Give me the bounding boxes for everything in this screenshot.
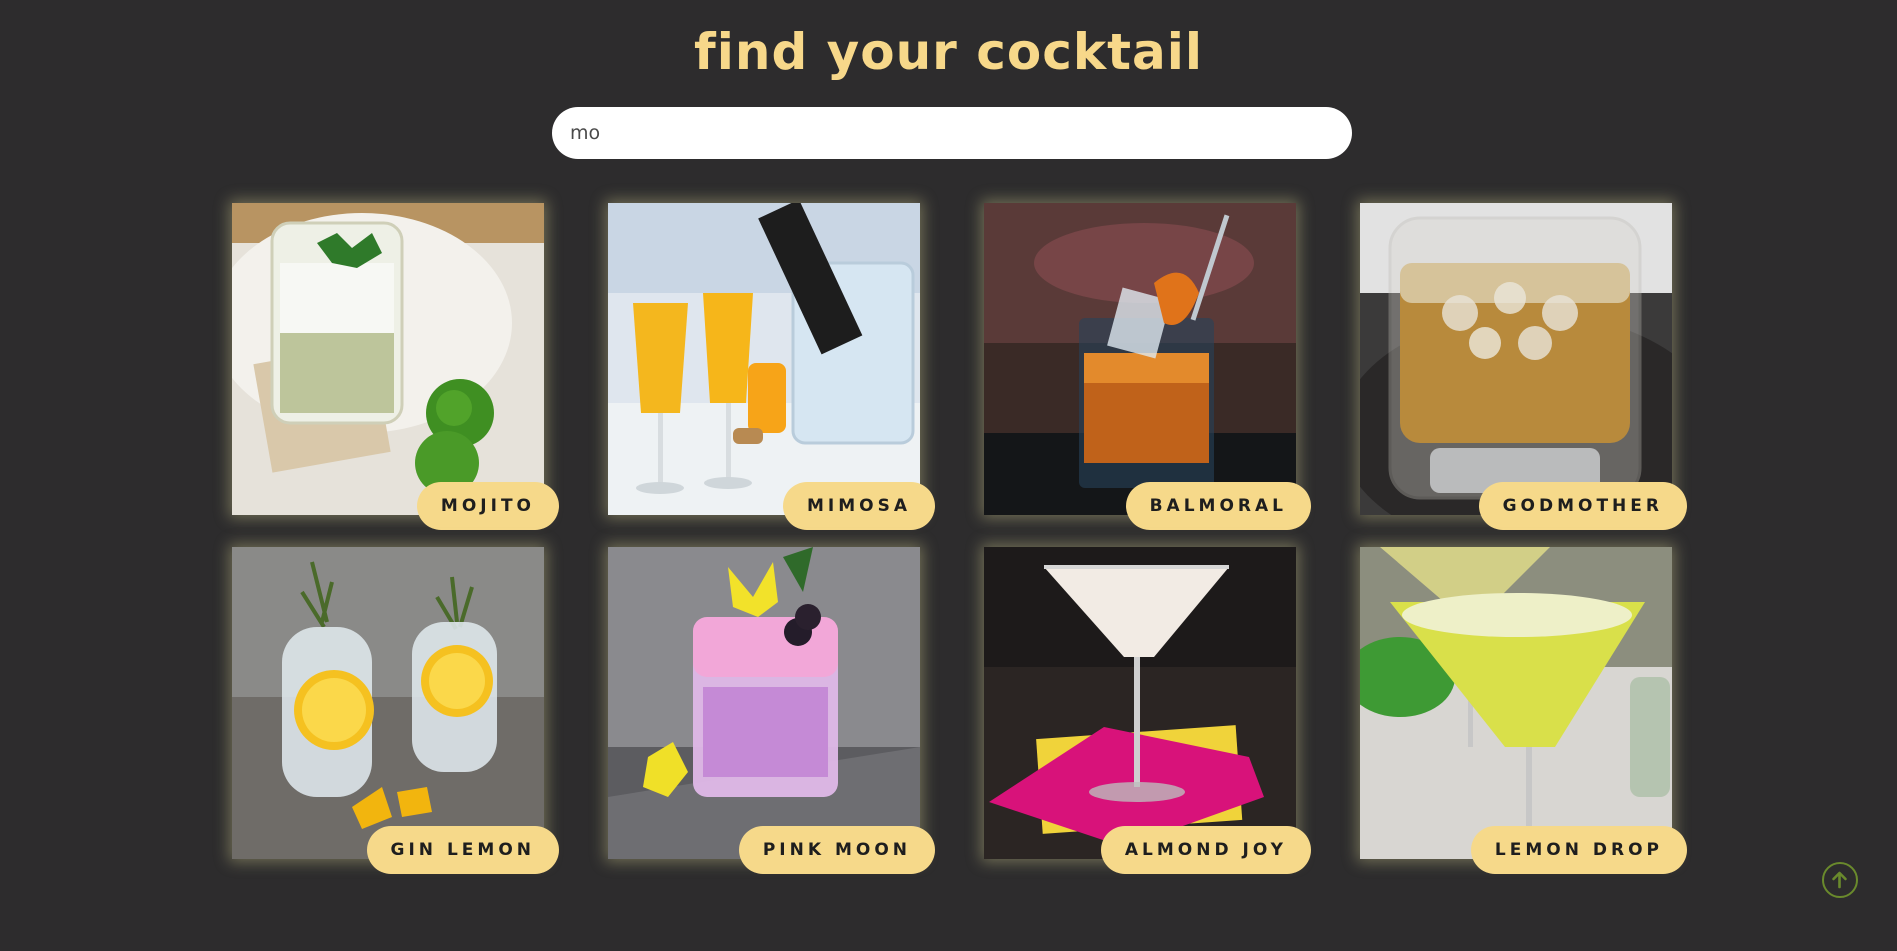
cocktail-label: PINK MOON	[738, 826, 935, 874]
cocktail-card-pink-moon[interactable]: PINK MOON	[608, 547, 935, 874]
cocktail-card-mimosa[interactable]: MIMOSA	[608, 203, 935, 530]
page-title: find your cocktail	[693, 23, 1204, 81]
mojito-image	[232, 203, 544, 515]
cocktail-label: MIMOSA	[782, 482, 935, 530]
balmoral-image	[984, 203, 1296, 515]
mimosa-image	[608, 203, 920, 515]
cocktail-label: GIN LEMON	[366, 826, 559, 874]
page: find your cocktail MOJ	[0, 0, 1897, 951]
cocktail-label: BALMORAL	[1125, 482, 1311, 530]
lemon-drop-image	[1360, 547, 1672, 859]
cocktail-label: GODMOTHER	[1478, 482, 1687, 530]
cocktail-card-lemon-drop[interactable]: LEMON DROP	[1360, 547, 1687, 874]
cocktail-label: MOJITO	[416, 482, 559, 530]
cocktail-card-balmoral[interactable]: BALMORAL	[984, 203, 1311, 530]
cocktail-label: LEMON DROP	[1470, 826, 1687, 874]
cocktail-card-mojito[interactable]: MOJITO	[232, 203, 559, 530]
cocktail-card-gin-lemon[interactable]: GIN LEMON	[232, 547, 559, 874]
arrow-up-circle-icon	[1832, 871, 1847, 889]
cocktail-card-godmother[interactable]: GODMOTHER	[1360, 203, 1687, 530]
almond-joy-image	[984, 547, 1296, 859]
pink-moon-image	[608, 547, 920, 859]
scroll-to-top-button[interactable]	[1822, 862, 1858, 898]
cocktail-grid: MOJITO MIMOSA BALMORAL GODMOTHER GIN LEM…	[232, 203, 1687, 874]
godmother-image	[1360, 203, 1672, 515]
search-input[interactable]	[552, 107, 1352, 159]
cocktail-label: ALMOND JOY	[1100, 826, 1311, 874]
gin-lemon-image	[232, 547, 544, 859]
cocktail-card-almond-joy[interactable]: ALMOND JOY	[984, 547, 1311, 874]
